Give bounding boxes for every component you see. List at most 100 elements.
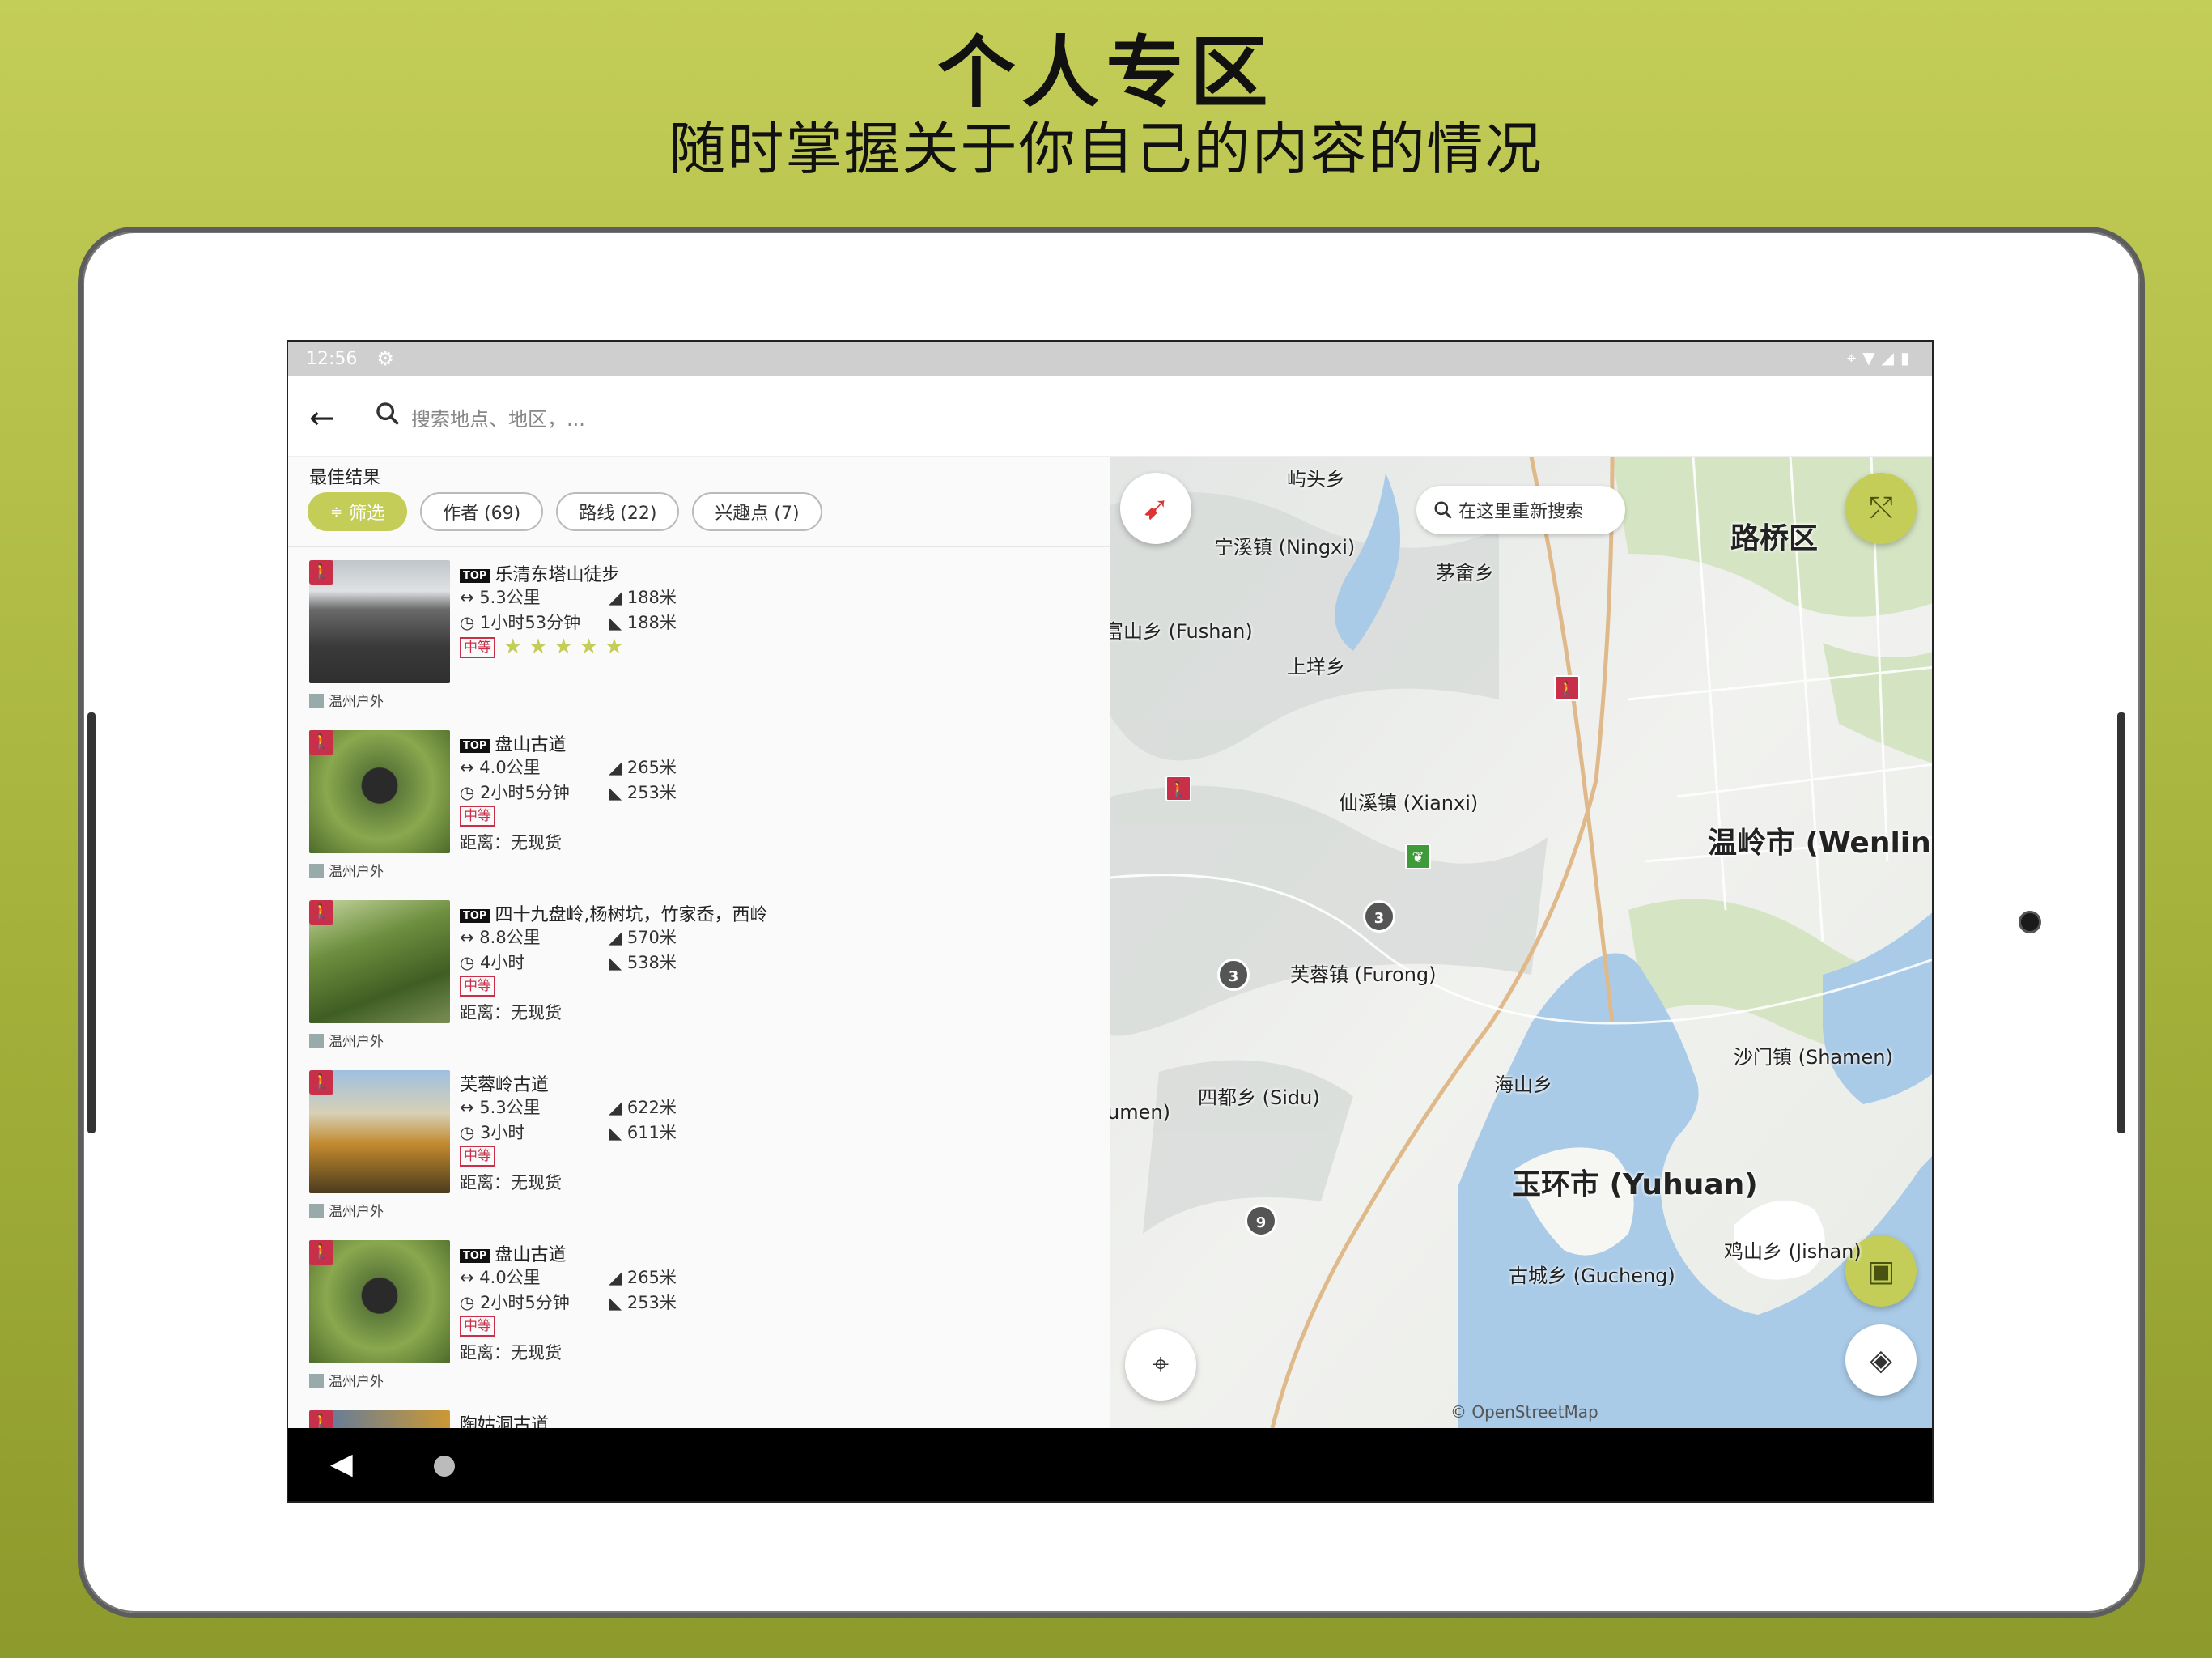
tour-descent: 538米 bbox=[626, 953, 677, 972]
tour-title: 四十九盘岭,杨树坑，竹家岙，西岭 bbox=[495, 905, 768, 925]
tour-distance: 5.3公里 bbox=[479, 1098, 541, 1117]
rating-stars: ★★★★★ bbox=[503, 635, 630, 659]
tour-title: 芙蓉岭古道 bbox=[460, 1075, 550, 1095]
map-label: 宁溪镇 (Ningxi) bbox=[1214, 536, 1356, 559]
tour-distance: 4.0公里 bbox=[479, 758, 541, 777]
map-label: umen) bbox=[1110, 1101, 1170, 1124]
map-label: 仙溪镇 (Xianxi) bbox=[1339, 792, 1479, 814]
difficulty-badge: 中等 bbox=[460, 1316, 495, 1337]
ascent-icon: ◢ bbox=[609, 928, 627, 947]
status-bar: 12:56 ⚙ ⌖▼◢▮ bbox=[288, 342, 1932, 376]
tour-duration: 2小时5分钟 bbox=[480, 1293, 570, 1312]
top-badge: TOP bbox=[460, 569, 490, 583]
tablet-side-button-right bbox=[2117, 712, 2125, 1133]
top-badge: TOP bbox=[460, 1249, 490, 1263]
tour-distance: 8.8公里 bbox=[479, 928, 541, 947]
nav-home-icon[interactable] bbox=[434, 1456, 455, 1477]
results-panel: 最佳结果 ≑ 筛选 作者 (69) 路线 (22) 兴趣点 (7) 🚶 温州户外 … bbox=[288, 457, 1110, 1501]
descent-icon: ◣ bbox=[609, 613, 627, 632]
hiking-icon: 🚶 bbox=[309, 1240, 333, 1265]
hiking-icon: 🚶 bbox=[309, 560, 333, 585]
map-label: 富山乡 (Fushan) bbox=[1110, 620, 1253, 643]
tour-distance: 4.0公里 bbox=[479, 1268, 541, 1287]
book-icon: ▣ bbox=[1866, 1254, 1895, 1288]
top-badge: TOP bbox=[460, 909, 490, 923]
layers-button[interactable]: ◈ bbox=[1845, 1324, 1917, 1396]
avatar bbox=[309, 1204, 324, 1218]
tour-extra: 距离：无现货 bbox=[460, 1343, 562, 1363]
map-attribution[interactable]: © OpenStreetMap bbox=[1450, 1402, 1598, 1422]
search-icon bbox=[1434, 501, 1452, 519]
tablet-side-button bbox=[87, 712, 96, 1133]
descent-icon: ◣ bbox=[609, 1123, 627, 1142]
chip-pois[interactable]: 兴趣点 (7) bbox=[692, 492, 822, 531]
compass-icon: ➹ bbox=[1142, 490, 1170, 527]
hiking-pin-icon[interactable]: 🚶 bbox=[1554, 675, 1580, 701]
distance-icon: ↔ bbox=[460, 1098, 480, 1117]
search-input[interactable]: 搜索地点、地区，... bbox=[411, 403, 585, 432]
tour-ascent: 570米 bbox=[626, 928, 677, 947]
list-item[interactable]: 🚶 温州户外 TOP 盘山古道 ↔ 4.0公里 ◢ 265米 ◷ 2小时5分钟 ◣ 2… bbox=[288, 724, 1110, 894]
list-item[interactable]: 🚶 温州户外 TOP 盘山古道 ↔ 4.0公里 ◢ 265米 ◷ 2小时5分钟 ◣ 2… bbox=[288, 1234, 1110, 1404]
clock-icon: ◷ bbox=[460, 1123, 480, 1142]
chip-authors[interactable]: 作者 (69) bbox=[420, 492, 544, 531]
nature-pin-icon[interactable]: ❦ bbox=[1405, 844, 1431, 869]
back-arrow-icon[interactable]: ← bbox=[309, 400, 335, 436]
tour-extra: 距离：无现货 bbox=[460, 1003, 562, 1022]
compass-button[interactable]: ➹ bbox=[1120, 473, 1191, 544]
tour-duration: 1小时53分钟 bbox=[480, 613, 581, 632]
tour-info: TOP 乐清东塔山徒步 ↔ 5.3公里 ◢ 188米 ◷ 1小时53分钟 ◣ 188米… bbox=[460, 560, 727, 660]
author[interactable]: 温州户外 bbox=[309, 1030, 384, 1050]
ascent-icon: ◢ bbox=[609, 758, 627, 777]
tour-descent: 611米 bbox=[626, 1123, 677, 1142]
tour-duration: 3小时 bbox=[480, 1123, 525, 1142]
map-label: 古城乡 (Gucheng) bbox=[1509, 1265, 1675, 1287]
author[interactable]: 温州户外 bbox=[309, 690, 384, 710]
tour-descent: 253米 bbox=[626, 783, 677, 802]
difficulty-badge: 中等 bbox=[460, 976, 495, 997]
route-icon: ⤲ bbox=[1869, 491, 1893, 525]
avatar bbox=[309, 1374, 324, 1388]
status-icons: ⌖▼◢▮ bbox=[1846, 348, 1916, 368]
results-header: 最佳结果 bbox=[309, 468, 381, 488]
gear-icon: ⚙ bbox=[376, 347, 394, 370]
nav-back-icon[interactable]: ◀ bbox=[330, 1448, 353, 1481]
map-cluster[interactable]: 3 bbox=[1217, 959, 1250, 991]
map-label: 茅畲乡 bbox=[1436, 562, 1494, 585]
tour-info: TOP 盘山古道 ↔ 4.0公里 ◢ 265米 ◷ 2小时5分钟 ◣ 253米 中等 … bbox=[460, 1240, 727, 1365]
search-here-button[interactable]: 在这里重新搜索 bbox=[1416, 486, 1625, 534]
app-screen: 12:56 ⚙ ⌖▼◢▮ ← 搜索地点、地区，... 最佳结果 ≑ 筛选 作者 (… bbox=[287, 340, 1934, 1503]
filter-chips: ≑ 筛选 作者 (69) 路线 (22) 兴趣点 (7) bbox=[308, 492, 822, 531]
descent-icon: ◣ bbox=[609, 953, 627, 972]
promo-subtitle: 随时掌握关于你自己的内容的情况 bbox=[669, 116, 1543, 182]
author[interactable]: 温州户外 bbox=[309, 1370, 384, 1390]
descent-icon: ◣ bbox=[609, 1293, 627, 1312]
author[interactable]: 温州户外 bbox=[309, 860, 384, 880]
locate-button[interactable]: ⌖ bbox=[1125, 1329, 1196, 1401]
difficulty-badge: 中等 bbox=[460, 806, 495, 827]
list-item[interactable]: 🚶 温州户外 TOP 四十九盘岭,杨树坑，竹家岙，西岭 ↔ 8.8公里 ◢ 570米… bbox=[288, 894, 1110, 1064]
ascent-icon: ◢ bbox=[609, 1098, 627, 1117]
list-item[interactable]: 🚶 温州户外 TOP 乐清东塔山徒步 ↔ 5.3公里 ◢ 188米 ◷ 1小时53分… bbox=[288, 554, 1110, 724]
tour-info: TOP 四十九盘岭,杨树坑，竹家岙，西岭 ↔ 8.8公里 ◢ 570米 ◷ 4小时 ◣… bbox=[460, 900, 767, 1025]
route-planner-button[interactable]: ⤲ bbox=[1845, 473, 1917, 544]
ascent-icon: ◢ bbox=[609, 1268, 627, 1287]
author[interactable]: 温州户外 bbox=[309, 1200, 384, 1220]
list-item[interactable]: 🚶 温州户外 芙蓉岭古道 ↔ 5.3公里 ◢ 622米 ◷ 3小时 ◣ 611米 中… bbox=[288, 1064, 1110, 1234]
map-label: 屿头乡 bbox=[1287, 468, 1345, 491]
difficulty-badge: 中等 bbox=[460, 637, 495, 658]
avatar bbox=[309, 694, 324, 708]
crosshair-icon: ⌖ bbox=[1152, 1348, 1170, 1381]
status-time: 12:56 bbox=[306, 348, 358, 369]
map-label: 上垟乡 bbox=[1287, 656, 1345, 678]
map-cluster[interactable]: 9 bbox=[1245, 1205, 1277, 1237]
map-cluster[interactable]: 3 bbox=[1363, 900, 1395, 933]
city-label: 路桥区 bbox=[1730, 522, 1819, 555]
chip-filter[interactable]: ≑ 筛选 bbox=[308, 492, 408, 531]
map-view[interactable]: ➹ 在这里重新搜索 ⤲ ▣ ◈ ⌖ 屿头乡 宁溪镇 (Ningxi) 茅畲乡 富… bbox=[1110, 457, 1932, 1428]
hiking-pin-icon[interactable]: 🚶 bbox=[1165, 776, 1191, 801]
tour-title: 盘山古道 bbox=[495, 1245, 567, 1265]
tour-ascent: 265米 bbox=[626, 1268, 677, 1287]
chip-routes[interactable]: 路线 (22) bbox=[556, 492, 680, 531]
city-label: 玉环市 (Yuhuan) bbox=[1512, 1168, 1758, 1201]
